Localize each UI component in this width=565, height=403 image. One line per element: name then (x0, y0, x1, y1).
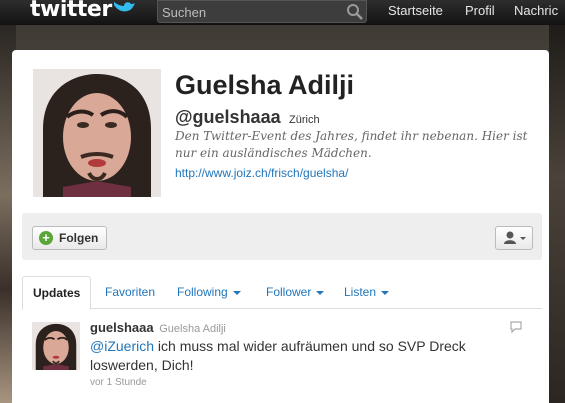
tweet-avatar[interactable] (32, 322, 80, 370)
nav-messages-link[interactable]: Nachric (514, 3, 558, 18)
profile-bio: Den Twitter-Event des Jahres, findet ihr… (175, 129, 528, 160)
tweet-avatar-image (32, 322, 80, 370)
tab-following-label: Following (177, 285, 228, 299)
profile-handle: @guelshaaa (175, 107, 281, 127)
profile-url-link[interactable]: http://www.joiz.ch/frisch/guelsha/ (175, 166, 348, 180)
nav-home-link[interactable]: Startseite (388, 3, 443, 18)
follow-button[interactable]: + Folgen (32, 226, 107, 250)
tweet-mention-link[interactable]: @iZuerich (90, 338, 154, 354)
profile-tabs: Updates Favoriten Following Follower Lis… (22, 276, 542, 310)
top-navigation-bar: twitter Startseite Profil Nachric (0, 0, 565, 25)
profile-name: Guelsha Adilji (175, 70, 355, 100)
nav-profile-link[interactable]: Profil (465, 3, 495, 18)
search-input[interactable] (162, 4, 342, 20)
background-photo-right-edge (549, 25, 565, 403)
reply-bubble-icon[interactable] (509, 320, 523, 334)
tab-updates[interactable]: Updates (22, 276, 92, 310)
tab-follower[interactable]: Follower (266, 276, 325, 309)
user-actions-button[interactable] (495, 226, 533, 250)
profile-card: Guelsha Adilji @guelshaaa Zürich Den Twi… (12, 50, 549, 403)
twitter-logo[interactable]: twitter (30, 0, 112, 22)
tab-following[interactable]: Following (177, 276, 241, 309)
twitter-bird-icon (114, 2, 135, 12)
tweet-text: @iZuerich ich muss mal wider aufräumen u… (90, 337, 490, 375)
profile-avatar (33, 69, 161, 197)
tweet-item: guelshaaa Guelsha Adilji @iZuerich ich m… (22, 312, 542, 403)
tab-listen-label: Listen (344, 285, 377, 299)
profile-handle-row: @guelshaaa Zürich (175, 107, 320, 128)
chevron-down-icon (381, 290, 390, 295)
tweet-timestamp[interactable]: vor 1 Stunde (90, 377, 147, 388)
chevron-down-icon (316, 290, 325, 295)
tweet-author: guelshaaa Guelsha Adilji (90, 320, 226, 335)
chevron-down-icon (232, 290, 241, 295)
tab-updates-label: Updates (33, 286, 81, 300)
tweet-username[interactable]: guelshaaa (90, 320, 154, 335)
tab-follower-label: Follower (266, 285, 312, 299)
tab-favoriten[interactable]: Favoriten (105, 276, 155, 309)
follow-button-label: Folgen (59, 231, 99, 245)
profile-location: Zürich (289, 114, 320, 126)
person-dropdown-icon (504, 231, 526, 244)
tab-favoriten-label: Favoriten (105, 285, 156, 299)
tab-listen[interactable]: Listen (344, 276, 390, 309)
search-box (157, 0, 367, 23)
plus-icon: + (39, 231, 53, 245)
profile-avatar-image (33, 69, 161, 197)
profile-action-bar: + Folgen (22, 213, 542, 260)
search-icon[interactable] (346, 3, 364, 21)
tweet-display-name: Guelsha Adilji (159, 323, 226, 335)
